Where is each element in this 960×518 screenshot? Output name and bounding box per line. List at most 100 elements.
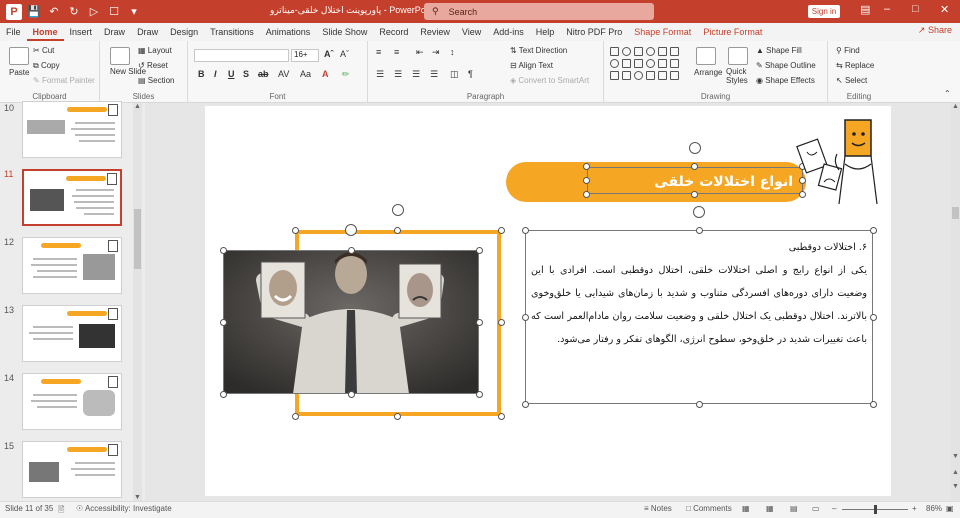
char-spacing-icon[interactable]: AV (278, 69, 289, 79)
redo-icon[interactable]: ↻ (66, 4, 82, 20)
resize-handle[interactable] (583, 177, 590, 184)
tab-record[interactable]: Record (373, 23, 414, 41)
zoom-slider-thumb[interactable] (874, 505, 877, 514)
scrollbar-thumb[interactable] (952, 207, 959, 219)
line-spacing-icon[interactable]: ↕ (450, 47, 455, 57)
scroll-down-icon[interactable]: ▼ (134, 494, 141, 501)
customize-qat-icon[interactable]: ▾ (126, 4, 142, 20)
resize-handle[interactable] (476, 319, 483, 326)
select-button[interactable]: ↖ Select (836, 76, 867, 85)
numbering-icon[interactable]: ≡ (394, 47, 399, 57)
slide-thumbnail[interactable] (22, 101, 122, 158)
decrease-indent-icon[interactable]: ⇤ (416, 47, 424, 58)
reset-button[interactable]: ↺ Reset (138, 61, 168, 70)
slide-thumbnail-current[interactable] (22, 169, 122, 226)
search-box[interactable]: ⚲ Search (424, 3, 654, 20)
align-right-icon[interactable]: ☰ (412, 69, 420, 80)
next-slide-icon[interactable]: ▼ (952, 483, 959, 490)
resize-handle[interactable] (348, 247, 355, 254)
resize-handle[interactable] (583, 163, 590, 170)
tab-animations[interactable]: Animations (260, 23, 317, 41)
resize-handle[interactable] (498, 319, 505, 326)
strikethrough-icon[interactable]: ab (258, 69, 269, 79)
slideshow-view-icon[interactable]: ▭ (812, 504, 820, 513)
columns-icon[interactable]: ◫ (450, 69, 459, 80)
tab-file[interactable]: File (0, 23, 27, 41)
shrink-font-icon[interactable]: Aˇ (340, 49, 349, 59)
thumbnail-scrollbar[interactable]: ▲ ▼ (133, 103, 142, 501)
increase-indent-icon[interactable]: ⇥ (432, 47, 440, 58)
slide-sorter-icon[interactable]: ▦ (766, 504, 774, 513)
rotate-handle-icon[interactable] (392, 204, 404, 216)
zoom-in-icon[interactable]: + (912, 504, 917, 513)
scroll-up-icon[interactable]: ▲ (952, 103, 959, 110)
quick-styles-icon[interactable] (728, 47, 748, 65)
format-painter-button[interactable]: ✎ Format Painter (33, 76, 95, 85)
share-button[interactable]: ↗ Share (918, 25, 952, 36)
resize-handle[interactable] (498, 227, 505, 234)
resize-handle[interactable] (220, 247, 227, 254)
resize-handle[interactable] (292, 413, 299, 420)
rotate-handle-icon[interactable] (345, 224, 357, 236)
resize-handle[interactable] (522, 401, 529, 408)
slide-thumbnail[interactable] (22, 237, 122, 294)
align-center-icon[interactable]: ☰ (394, 69, 402, 80)
resize-handle[interactable] (696, 227, 703, 234)
start-slideshow-icon[interactable]: ▷ (86, 4, 102, 20)
resize-handle[interactable] (691, 163, 698, 170)
new-slide-icon[interactable] (110, 47, 130, 65)
highlight-icon[interactable]: ✏ (342, 69, 350, 80)
slide[interactable]: انواع اختلالات خلقی ۶. اختلالات دوقطبی ی… (205, 106, 891, 496)
tab-home[interactable]: Home (26, 23, 64, 41)
rtl-icon[interactable]: ¶ (468, 69, 473, 79)
resize-handle[interactable] (498, 413, 505, 420)
tab-picture-format[interactable]: Picture Format (697, 23, 768, 41)
replace-button[interactable]: ⇆ Replace (836, 61, 874, 70)
close-icon[interactable]: ✕ (940, 3, 949, 16)
font-size-select[interactable]: 16+ (291, 49, 319, 62)
resize-handle[interactable] (583, 191, 590, 198)
grow-font-icon[interactable]: Aˆ (324, 49, 334, 59)
change-case-icon[interactable]: Aa (300, 69, 311, 79)
tab-draw[interactable]: Draw (98, 23, 131, 41)
sign-in-button[interactable]: Sign in (808, 5, 840, 18)
scroll-down-icon[interactable]: ▼ (952, 453, 959, 460)
justify-icon[interactable]: ☰ (430, 69, 438, 80)
fit-to-window-icon[interactable]: ▣ (946, 504, 954, 513)
body-textbox[interactable]: ۶. اختلالات دوقطبی یکی از انواع رایج و ا… (525, 230, 873, 404)
align-text-button[interactable]: ⊟ Align Text (510, 61, 553, 70)
undo-icon[interactable]: ↶ (46, 4, 62, 20)
scrollbar-thumb[interactable] (134, 209, 141, 269)
shadow-icon[interactable]: S (243, 69, 249, 79)
resize-handle[interactable] (476, 247, 483, 254)
tab-review[interactable]: Review (414, 23, 456, 41)
bullets-icon[interactable]: ≡ (376, 47, 381, 57)
slide-thumbnail[interactable] (22, 441, 122, 498)
resize-handle[interactable] (292, 227, 299, 234)
slide-thumbnail[interactable] (22, 373, 122, 430)
tab-help[interactable]: Help (530, 23, 561, 41)
underline-icon[interactable]: U (228, 69, 235, 79)
tab-add-ins[interactable]: Add-ins (487, 23, 530, 41)
font-color-icon[interactable]: A (322, 69, 329, 79)
maximize-icon[interactable]: □ (912, 3, 919, 15)
copy-button[interactable]: ⧉ Copy (33, 61, 60, 71)
resize-handle[interactable] (348, 391, 355, 398)
align-left-icon[interactable]: ☰ (376, 69, 384, 80)
resize-handle[interactable] (476, 391, 483, 398)
minimize-icon[interactable]: – (884, 3, 890, 15)
resize-handle[interactable] (394, 227, 401, 234)
resize-handle[interactable] (691, 191, 698, 198)
resize-handle[interactable] (870, 227, 877, 234)
comments-button[interactable]: □ Comments (686, 504, 732, 513)
resize-handle[interactable] (220, 319, 227, 326)
smartart-button[interactable]: ◈ Convert to SmartArt (510, 76, 589, 85)
tab-slide-show[interactable]: Slide Show (316, 23, 373, 41)
touch-mode-icon[interactable]: ☐ (106, 4, 122, 20)
shape-outline-button[interactable]: ✎ Shape Outline (756, 61, 816, 70)
scroll-up-icon[interactable]: ▲ (134, 103, 141, 110)
tab-view[interactable]: View (456, 23, 487, 41)
tab-nitro[interactable]: Nitro PDF Pro (560, 23, 628, 41)
shape-effects-button[interactable]: ◉ Shape Effects (756, 76, 815, 85)
accessibility-button[interactable]: ☉ Accessibility: Investigate (76, 504, 172, 513)
